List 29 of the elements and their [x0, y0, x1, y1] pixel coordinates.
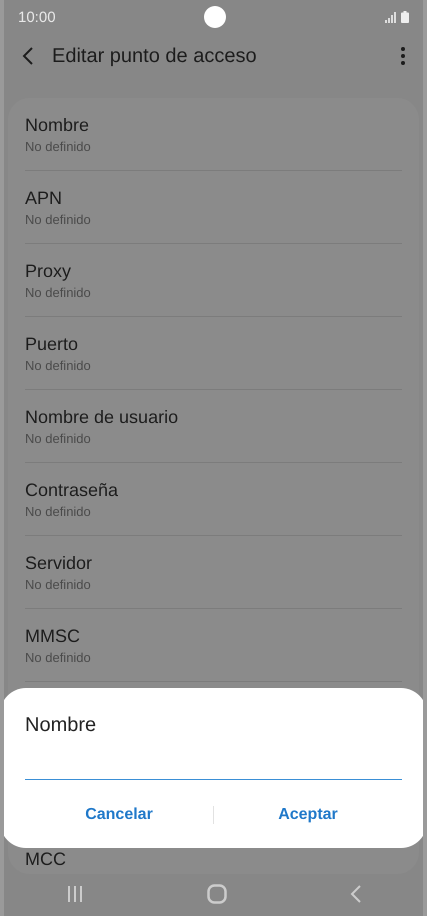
dialog-button[interactable]: Cancelar: [25, 798, 213, 832]
home-icon[interactable]: [206, 884, 226, 904]
setting-value: No definido: [25, 576, 92, 592]
setting-value: No definido: [25, 138, 92, 154]
setting-value: No definido: [25, 358, 92, 372]
setting-title[interactable]: MCC: [25, 851, 66, 868]
more-options-icon[interactable]: [401, 47, 405, 65]
setting-value: No definido: [25, 284, 92, 300]
signal-icon: [385, 12, 397, 22]
setting-title[interactable]: Proxy: [25, 260, 72, 282]
recent-apps-icon[interactable]: [66, 885, 84, 903]
setting-value: No definido: [25, 212, 92, 226]
setting-title[interactable]: Servidor: [25, 552, 92, 574]
setting-title[interactable]: Nombre de usuario: [25, 406, 178, 428]
setting-title[interactable]: Contraseña: [25, 480, 118, 500]
status-time: 10:00: [18, 8, 56, 26]
dialog-button[interactable]: Aceptar: [214, 798, 402, 832]
screen-title: Editar punto de acceso: [52, 44, 258, 68]
setting-value: No definido: [25, 430, 92, 446]
setting-title[interactable]: Nombre: [25, 114, 90, 136]
setting-title[interactable]: Puerto: [25, 334, 78, 354]
battery-icon: [401, 11, 409, 23]
camera-cutout: [204, 6, 226, 28]
setting-title[interactable]: APN: [25, 188, 62, 208]
setting-title[interactable]: MMSC: [25, 626, 80, 646]
setting-value: No definido: [25, 504, 92, 518]
setting-value: No definido: [25, 650, 92, 664]
back-icon[interactable]: [22, 46, 34, 66]
dialog-title: Nombre: [25, 714, 96, 737]
